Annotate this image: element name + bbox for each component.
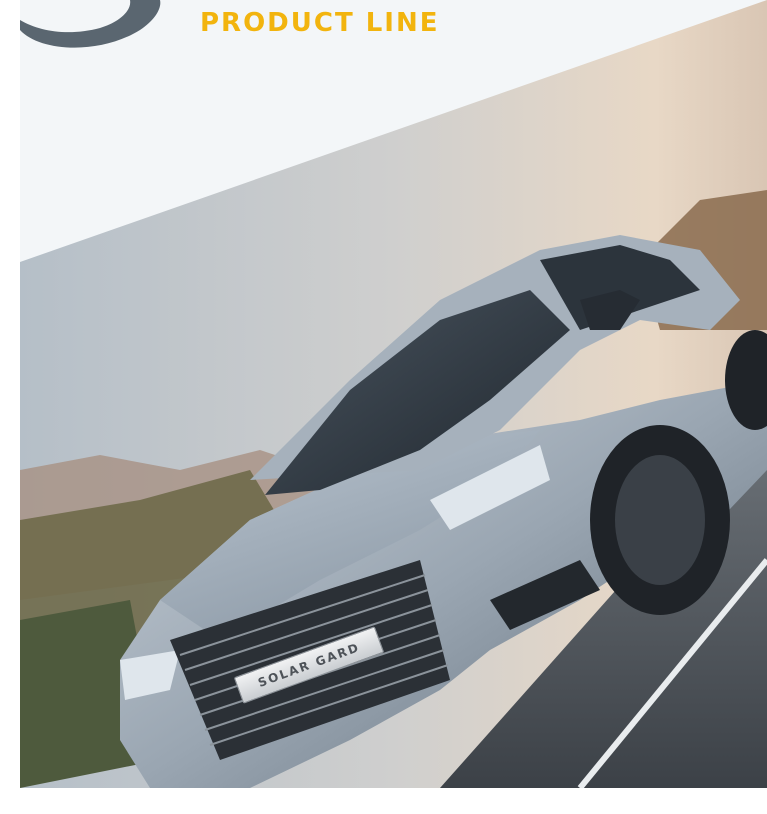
car-photo <box>20 0 767 788</box>
page-title: PRODUCT LINE <box>200 8 440 38</box>
brochure-page: PRODUCT LINE SOLAR GARD <box>20 0 767 788</box>
brand-swirl-logo-icon <box>20 0 170 52</box>
